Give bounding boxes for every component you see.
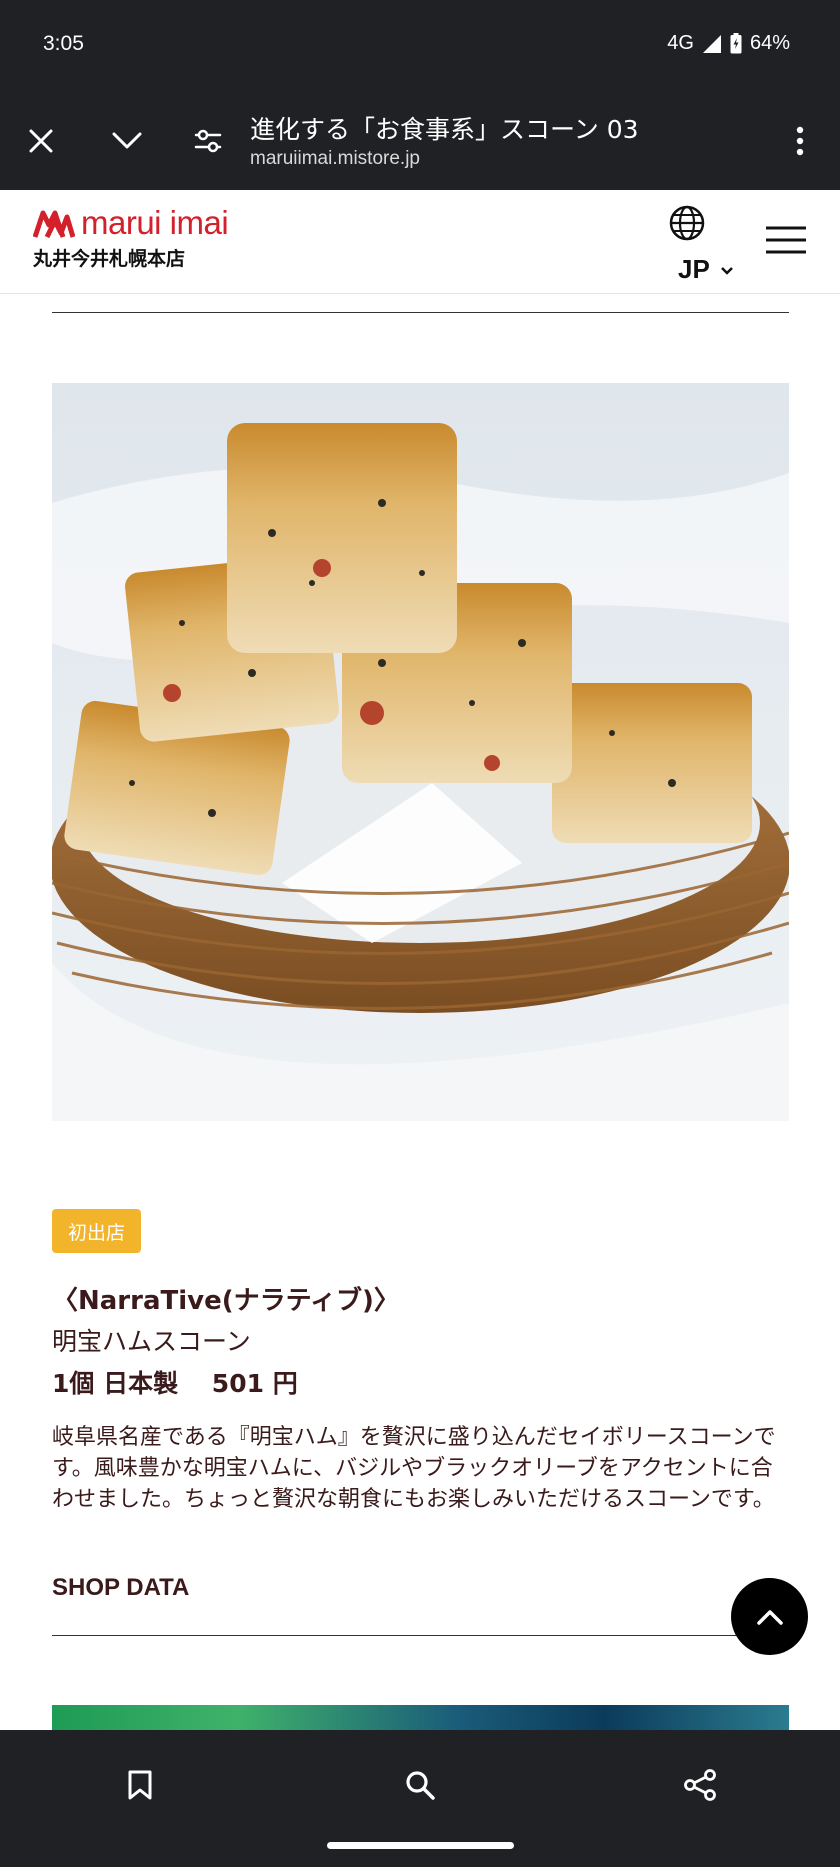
brand-name: 〈NarraTive(ナラティブ)〉 [52,1286,400,1316]
network-type: 4G [667,32,694,54]
chevron-up-icon [756,1609,783,1625]
page-url[interactable]: maruiimai.mistore.jp [250,148,420,170]
status-bar: 3:05 4G 64% [0,0,840,92]
status-time: 3:05 [43,32,84,55]
globe-icon [669,205,705,241]
divider [52,312,789,313]
screen: 3:05 4G 64% 進化する「お食事系」スコーン 03 maruiimai.… [0,0,840,1867]
site-logo[interactable]: marui imai [33,204,229,242]
divider [52,1635,789,1636]
share-icon[interactable] [670,1755,730,1815]
status-badge: 初出店 [52,1209,142,1253]
logo-text: marui imai [81,204,229,241]
language-label: JP [678,254,710,284]
close-icon[interactable] [18,92,64,190]
battery-icon [730,33,742,54]
product-description: 岐阜県名産である『明宝ハム』を贅沢に盛り込んだセイボリースコーンです。風味豊かな… [52,1425,776,1512]
language-selector[interactable]: JP [668,204,738,284]
battery-level: 64% [749,32,790,54]
bookmark-icon[interactable] [110,1755,170,1815]
scroll-to-top-button[interactable] [731,1578,808,1655]
page-settings-icon[interactable] [186,92,230,190]
more-vert-icon[interactable] [780,92,820,190]
product-photo [52,383,789,1121]
hamburger-menu-icon[interactable] [766,226,806,254]
store-name: 丸井今井札幌本店 [33,248,186,270]
custom-tab-bar: 進化する「お食事系」スコーン 03 maruiimai.mistore.jp [0,92,840,190]
signal-icon [702,34,721,53]
product-name: 明宝ハムスコーン [52,1327,251,1356]
logo-mark-icon [33,210,75,239]
status-indicators: 4G 64% [667,32,790,55]
page-title: 進化する「お食事系」スコーン 03 [250,115,639,144]
site-header: marui imai 丸井今井札幌本店 JP [0,190,840,294]
chevron-down-icon[interactable] [104,92,150,190]
shop-data-heading[interactable]: SHOP DATA [52,1574,189,1602]
price-line: 1個 日本製 501 円 [52,1369,298,1398]
gesture-bar[interactable] [327,1842,514,1849]
search-icon[interactable] [390,1755,450,1815]
chevron-down-icon [721,267,733,275]
